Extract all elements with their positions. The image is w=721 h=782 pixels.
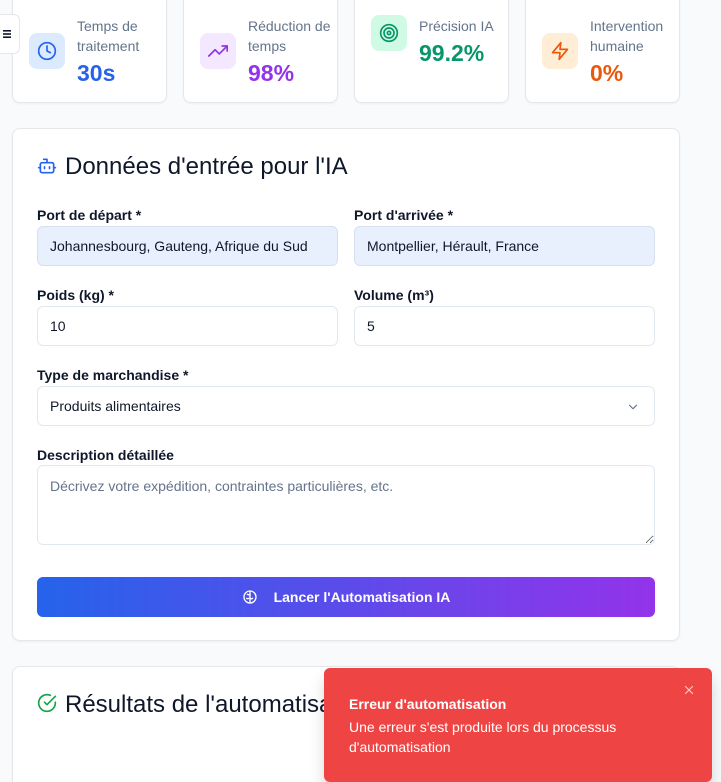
toast-title: Erreur d'automatisation — [349, 696, 507, 712]
stat-value: 0% — [590, 60, 624, 86]
departure-port-input[interactable] — [37, 226, 338, 266]
toast-message: Une erreur s'est produite lors du proces… — [349, 719, 617, 755]
arrival-port-input[interactable] — [354, 226, 655, 266]
launch-button-label: Lancer l'Automatisation IA — [273, 589, 451, 605]
stat-label: Intervention humaine — [590, 18, 664, 54]
menu-icon — [3, 30, 11, 38]
zap-icon — [542, 33, 578, 69]
stat-label: Réduction de temps — [248, 18, 331, 54]
volume-label: Volume (m³) — [354, 287, 434, 303]
form-title: Données d'entrée pour l'IA — [65, 153, 348, 180]
stat-card-time-reduction: Réduction de temps 98% — [183, 0, 338, 103]
ai-input-card — [12, 128, 680, 641]
close-icon[interactable] — [682, 683, 696, 697]
stat-value: 30s — [77, 60, 116, 86]
stat-label: Précision IA — [419, 18, 494, 34]
weight-input[interactable] — [37, 306, 338, 346]
goods-type-label: Type de marchandise * — [37, 367, 189, 383]
clock-icon — [29, 33, 65, 69]
stat-value: 98% — [248, 60, 295, 86]
check-circle-icon — [37, 693, 57, 718]
launch-automation-button[interactable]: Lancer l'Automatisation IA — [37, 577, 655, 617]
weight-label: Poids (kg) * — [37, 287, 115, 303]
description-textarea[interactable] — [37, 465, 655, 545]
volume-input[interactable] — [354, 306, 655, 346]
brain-icon — [242, 590, 257, 604]
arrival-label: Port d'arrivée * — [354, 207, 454, 223]
target-icon — [371, 15, 407, 51]
chevron-down-icon — [628, 404, 638, 410]
stat-label: Temps de traitement — [77, 18, 140, 54]
bot-icon — [37, 156, 57, 181]
stat-card-processing-time: Temps de traitement 30s — [12, 0, 167, 103]
trending-up-icon — [200, 33, 236, 69]
goods-type-select[interactable]: Produits alimentaires — [37, 386, 655, 426]
goods-type-value: Produits alimentaires — [50, 398, 181, 414]
stat-card-human-intervention: Intervention humaine 0% — [525, 0, 680, 103]
departure-label: Port de départ * — [37, 207, 142, 223]
menu-toggle-button[interactable] — [0, 14, 20, 54]
error-toast: Erreur d'automatisation Une erreur s'est… — [324, 668, 712, 782]
stat-value: 99.2% — [419, 40, 485, 66]
description-label: Description détaillée — [37, 447, 174, 463]
stat-card-ai-precision: Précision IA 99.2% — [354, 0, 509, 103]
